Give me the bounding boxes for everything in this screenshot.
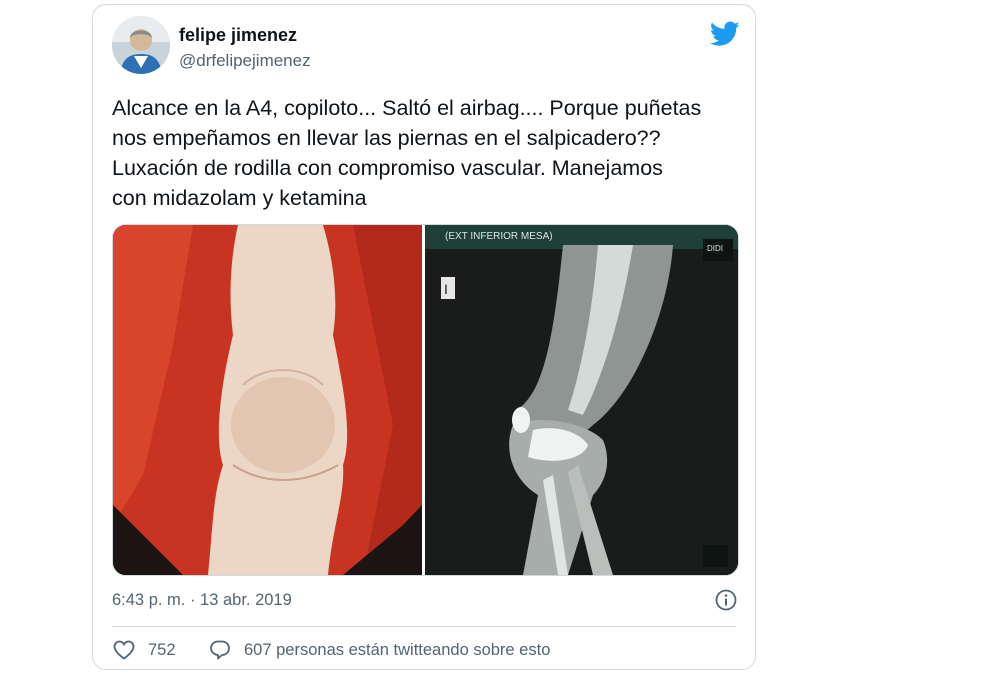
xray-top-label: (EXT INFERIOR MESA) <box>445 231 553 242</box>
tweet-media[interactable]: (EXT INFERIOR MESA) DIDI I <box>112 224 739 576</box>
xray-photo[interactable]: (EXT INFERIOR MESA) DIDI I <box>425 225 738 575</box>
avatar-image <box>112 16 170 74</box>
conversation-link[interactable]: 607 personas están twitteando sobre esto <box>244 641 550 660</box>
info-icon[interactable] <box>714 588 738 612</box>
like-count[interactable]: 752 <box>148 641 176 660</box>
knee-photo[interactable] <box>113 225 422 575</box>
tweet-text: Alcance en la A4, copiloto... Saltó el a… <box>112 96 702 210</box>
avatar[interactable] <box>112 16 170 74</box>
xray-side-marker: I <box>444 281 448 297</box>
heart-icon[interactable] <box>112 638 136 662</box>
speech-bubble-icon[interactable] <box>208 638 232 662</box>
tweet-timestamp[interactable]: 6:43 p. m. · 13 abr. 2019 <box>112 591 292 610</box>
twitter-bird-icon[interactable] <box>710 21 740 47</box>
xray-corner-label: DIDI <box>707 244 723 253</box>
user-handle[interactable]: @drfelipejimenez <box>179 51 311 71</box>
display-name[interactable]: felipe jimenez <box>179 25 297 46</box>
tweet-card[interactable]: felipe jimenez @drfelipejimenez Alcance … <box>92 4 756 670</box>
divider <box>112 626 736 627</box>
